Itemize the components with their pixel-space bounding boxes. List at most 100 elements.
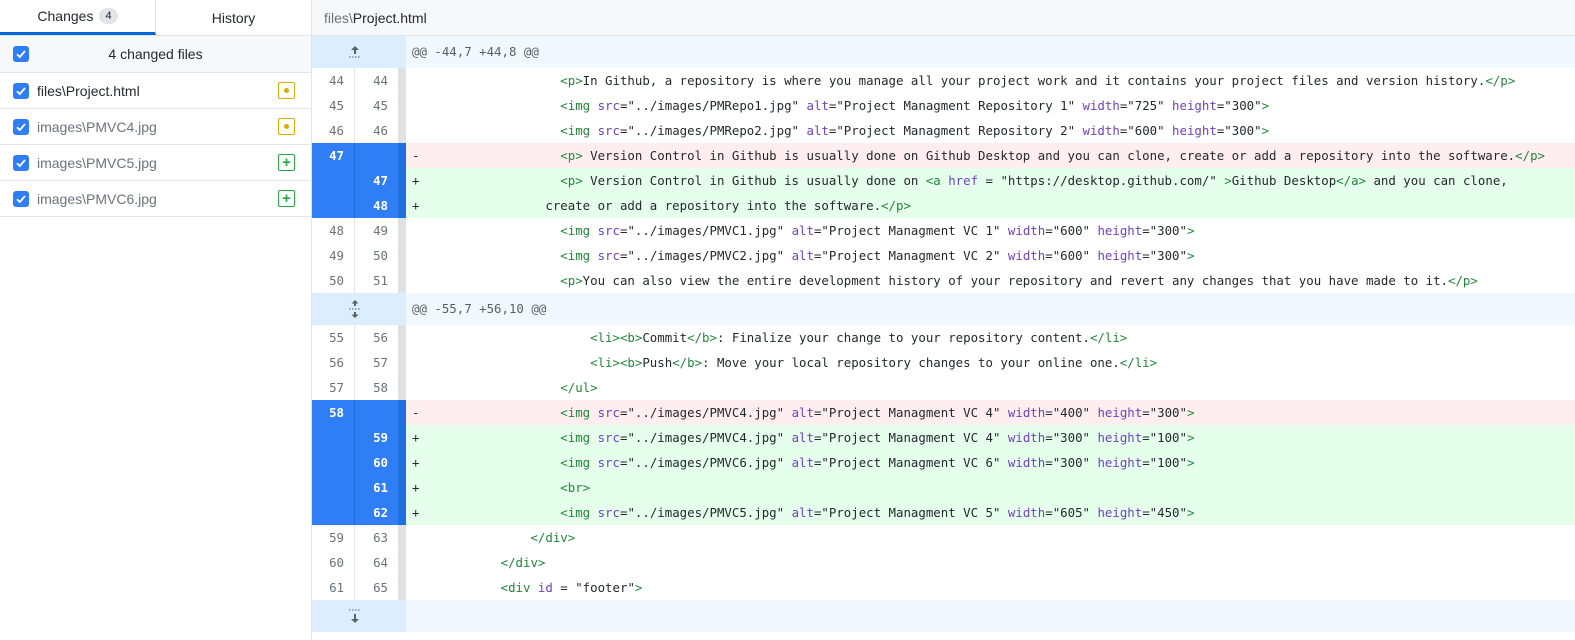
new-line-number[interactable] (355, 143, 398, 168)
old-line-number[interactable] (312, 500, 355, 525)
old-line-number[interactable] (312, 168, 355, 193)
select-all-checkbox[interactable] (13, 46, 29, 62)
file-added-icon: + (278, 154, 295, 171)
context-line: 44 44 <p>In Github, a repository is where… (312, 68, 1575, 93)
hunk-text: @@ -44,7 +44,8 @@ (412, 44, 539, 59)
changed-file-item[interactable]: files\Project.html (0, 73, 311, 109)
diff-file-name: Project.html (352, 9, 427, 26)
new-line-number[interactable]: 47 (355, 168, 398, 193)
new-line-number[interactable]: 62 (355, 500, 398, 525)
file-added-icon: + (278, 190, 295, 207)
hunk-header: @@ -55,7 +56,10 @@ (312, 293, 1575, 325)
tab-history-label: History (211, 9, 256, 26)
diff-marker: - (412, 148, 420, 163)
removed-line[interactable]: 58 - <img src="../images/PMVC4.jpg" alt="… (312, 400, 1575, 425)
diff-marker (412, 68, 426, 93)
context-line: 59 63 </div> (312, 525, 1575, 550)
file-include-checkbox[interactable] (13, 118, 29, 135)
checkmark-icon (16, 50, 26, 59)
file-path: images\PMVC6.jpg (37, 191, 157, 207)
new-line-number: 50 (373, 248, 388, 263)
removed-line[interactable]: 47 - <p> Version Control in Github is usu… (312, 143, 1575, 168)
added-line[interactable]: 47 + <p> Version Control in Github is usu… (312, 168, 1575, 193)
old-line-number: 55 (312, 325, 355, 350)
file-include-checkbox[interactable] (13, 82, 29, 99)
code-content: <li><b>Commit</b>: Finalize your change … (406, 325, 1575, 350)
new-line-number: 63 (373, 530, 388, 545)
old-line-number[interactable] (312, 193, 355, 218)
tab-history[interactable]: History (156, 0, 311, 35)
hunk-text: @@ -55,7 +56,10 @@ (412, 301, 547, 316)
new-line-number[interactable]: 61 (355, 475, 398, 500)
code-content: <img src="../images/PMRepo1.jpg" alt="Pr… (406, 93, 1575, 118)
changed-file-item[interactable]: images\PMVC5.jpg + (0, 145, 311, 181)
added-line[interactable]: 62 + <img src="../images/PMVC5.jpg" alt="… (312, 500, 1575, 525)
context-line: 56 57 <li><b>Push</b>: Move your local re… (312, 350, 1575, 375)
diff-marker (412, 350, 426, 375)
old-line-number[interactable] (312, 425, 355, 450)
old-line-number[interactable]: 47 (312, 143, 355, 168)
file-name: PMVC5.jpg (86, 154, 157, 171)
diff-marker (412, 218, 426, 243)
code-text: <img src="../images/PMVC2.jpg" alt="Proj… (560, 248, 1195, 263)
new-line-number[interactable]: 59 (355, 425, 398, 450)
changes-count-badge: 4 (99, 8, 118, 24)
code-content: <p>In Github, a repository is where you … (406, 68, 1575, 93)
checkmark-icon (16, 86, 26, 95)
code-text: </div> (500, 555, 546, 570)
added-line[interactable]: 48 + create or add a repository into the … (312, 193, 1575, 218)
code-text: <p> Version Control in Github is usually… (560, 173, 1508, 188)
file-dir: files\ (37, 82, 66, 99)
expand-both-icon[interactable] (312, 293, 398, 325)
changed-file-list: files\Project.html images\PMVC4.jpg images… (0, 73, 311, 217)
context-line: 57 58 </ul> (312, 375, 1575, 400)
code-content: + <img src="../images/PMVC6.jpg" alt="Pr… (406, 450, 1575, 475)
code-text: <li><b>Push</b>: Move your local reposit… (590, 355, 1158, 370)
new-line-number[interactable] (355, 400, 398, 425)
old-line-number[interactable]: 58 (312, 400, 355, 425)
code-content: - <img src="../images/PMVC4.jpg" alt="Pr… (406, 400, 1575, 425)
old-line-number: 60 (312, 550, 355, 575)
added-line[interactable]: 61 + <br> (312, 475, 1575, 500)
expand-up-icon[interactable] (312, 36, 398, 68)
old-line-number: 46 (312, 118, 355, 143)
old-line-number[interactable] (312, 475, 355, 500)
code-text: <img src="../images/PMVC1.jpg" alt="Proj… (560, 223, 1195, 238)
diff-marker: + (412, 480, 420, 495)
checkmark-icon (16, 122, 26, 131)
old-line-number: 45 (312, 93, 355, 118)
code-content: - <p> Version Control in Github is usual… (406, 143, 1575, 168)
new-line-number[interactable]: 60 (355, 450, 398, 475)
file-include-checkbox[interactable] (13, 154, 29, 171)
old-line-number[interactable] (312, 450, 355, 475)
diff-marker (412, 375, 426, 400)
new-line-number: 57 (373, 355, 388, 370)
expand-down-icon[interactable] (312, 600, 398, 632)
hunk-text (406, 600, 1575, 632)
changed-file-item[interactable]: images\PMVC6.jpg + (0, 181, 311, 217)
tab-changes[interactable]: Changes 4 (0, 0, 156, 35)
diff-view: files\ Project.html @@ -44,7 +44,8 @@ 44 44… (312, 0, 1575, 640)
code-text: <p>You can also view the entire developm… (560, 273, 1478, 288)
file-name: PMVC4.jpg (86, 118, 157, 135)
file-modified-icon (278, 118, 295, 135)
old-line-number: 48 (312, 218, 355, 243)
new-line-number[interactable]: 48 (355, 193, 398, 218)
added-line[interactable]: 60 + <img src="../images/PMVC6.jpg" alt="… (312, 450, 1575, 475)
old-line-number: 49 (312, 243, 355, 268)
changed-file-item[interactable]: images\PMVC4.jpg (0, 109, 311, 145)
file-include-checkbox[interactable] (13, 190, 29, 207)
context-line: 60 64 </div> (312, 550, 1575, 575)
code-content: <li><b>Push</b>: Move your local reposit… (406, 350, 1575, 375)
added-line[interactable]: 59 + <img src="../images/PMVC4.jpg" alt="… (312, 425, 1575, 450)
